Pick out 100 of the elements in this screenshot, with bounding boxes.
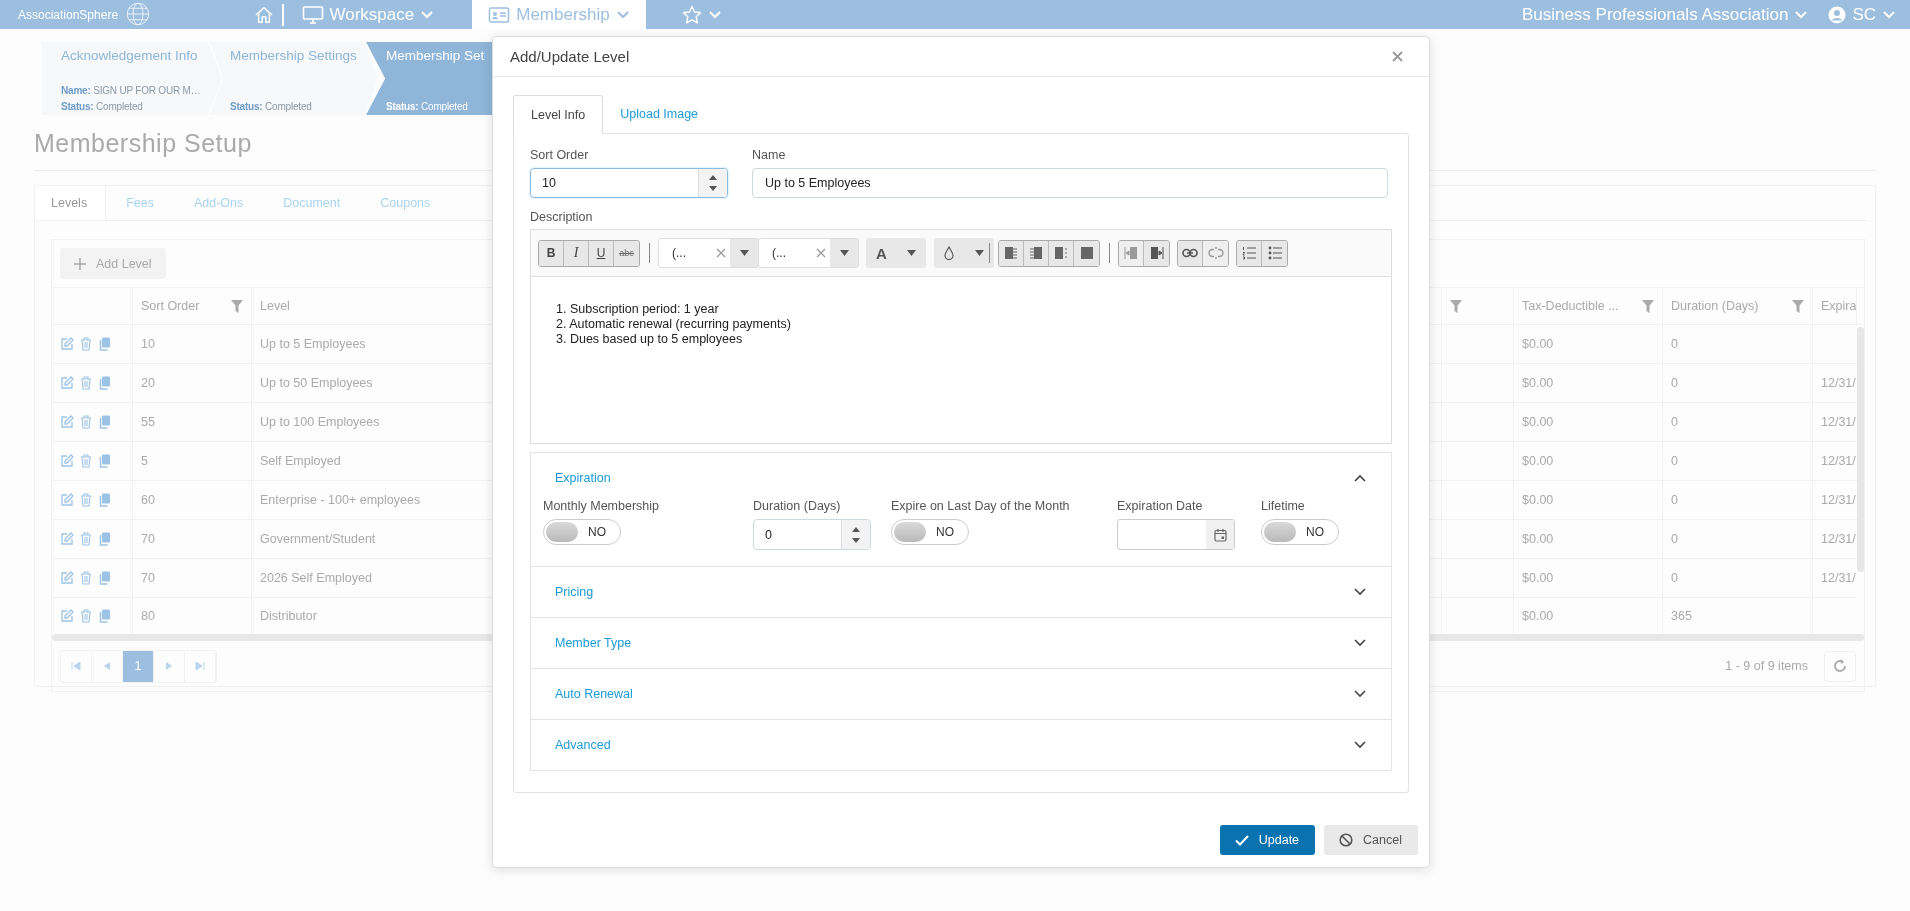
table-cell: Up to 50 Employees (260, 376, 373, 390)
trash-icon[interactable] (80, 609, 92, 623)
align-button[interactable] (1024, 240, 1049, 266)
align-button[interactable] (1074, 240, 1099, 266)
clear-icon[interactable] (716, 248, 726, 258)
column-header[interactable]: Duration (Days) (1663, 288, 1813, 324)
logo[interactable]: AssociationSphere (18, 0, 168, 29)
page-button[interactable]: 1 (123, 650, 154, 682)
copy-icon[interactable] (98, 454, 111, 468)
tab[interactable]: Upload Image (603, 94, 716, 133)
rich-text-editor[interactable]: B I U abc (... (... A 1. Subscription period: 1 year 2. Automatic renewal (recurring payments) 3. Dues based up to 5 employees (530, 229, 1392, 444)
wizard-step[interactable]: Acknowledgement Info Name: SIGN UP FOR OUR M… Status: Completed (42, 42, 222, 115)
field-label: Expire on Last Day of the Month (891, 499, 1070, 513)
wizard-step[interactable]: Membership Settings Status: Completed (210, 42, 378, 115)
section-header[interactable]: Auto Renewal (531, 669, 1391, 719)
bulleted-list-button[interactable] (1262, 240, 1287, 266)
copy-icon[interactable] (98, 415, 111, 429)
trash-icon[interactable] (80, 376, 92, 390)
trash-icon[interactable] (80, 454, 92, 468)
trash-icon[interactable] (80, 493, 92, 507)
filter-icon[interactable] (1642, 299, 1654, 313)
copy-icon[interactable] (98, 532, 111, 546)
edit-icon[interactable] (60, 337, 74, 351)
name-field[interactable]: Up to 5 Employees (752, 168, 1388, 198)
outdent-icon (1124, 246, 1138, 260)
background-color-picker[interactable] (934, 238, 994, 268)
edit-icon[interactable] (60, 532, 74, 546)
numbered-list-button[interactable] (1237, 240, 1262, 266)
description-line: 3. Dues based up to 5 employees (556, 332, 744, 347)
chevron-down-icon (1354, 741, 1366, 749)
font-name-dropdown[interactable]: (... (658, 238, 759, 268)
chevron-down-icon (1354, 588, 1366, 596)
section-header[interactable]: Advanced (531, 720, 1391, 770)
table-cell: $0.00 (1522, 337, 1554, 351)
copy-icon[interactable] (98, 337, 111, 351)
trash-icon[interactable] (80, 337, 92, 351)
format-button[interactable]: abc (614, 240, 639, 266)
link-button[interactable] (1178, 240, 1203, 266)
align-icon (1029, 246, 1043, 260)
text-color-picker[interactable]: A (866, 238, 926, 268)
field-label: Lifetime (1261, 499, 1305, 513)
table-cell: 5 (141, 454, 148, 468)
edit-icon[interactable] (60, 493, 74, 507)
item-count: 1 - 9 of 9 items (1725, 659, 1808, 673)
clear-icon[interactable] (816, 248, 826, 258)
section-header[interactable]: Pricing (531, 567, 1391, 617)
edit-icon[interactable] (60, 376, 74, 390)
add-level-button[interactable]: Add Level (60, 248, 166, 279)
copy-icon[interactable] (98, 376, 111, 390)
column-header[interactable]: Tax-Deductible ... (1514, 288, 1663, 324)
page-title: Membership Setup (34, 129, 252, 158)
filter-icon[interactable] (1792, 299, 1804, 313)
toggle-switch[interactable]: NO (1261, 519, 1339, 545)
format-button[interactable]: I (564, 240, 589, 266)
table-cell: $0.00 (1522, 493, 1554, 507)
align-button[interactable] (999, 240, 1024, 266)
organization-menu[interactable]: Business Professionals Association (1511, 0, 1819, 29)
column-header[interactable]: Expira (1813, 288, 1857, 324)
edit-icon[interactable] (60, 609, 74, 623)
update-button[interactable]: Update (1219, 825, 1316, 855)
section-header[interactable]: Member Type (531, 618, 1391, 668)
refresh-button[interactable] (1824, 650, 1856, 682)
edit-icon[interactable] (60, 454, 74, 468)
tab[interactable]: Levels (35, 186, 107, 220)
trash-icon[interactable] (80, 532, 92, 546)
calendar-icon[interactable] (1213, 527, 1227, 542)
bulleted-list-icon (1267, 246, 1282, 260)
date-field[interactable] (1117, 519, 1235, 550)
edit-icon[interactable] (60, 571, 74, 585)
toggle-switch[interactable]: NO (891, 519, 969, 545)
spinner-arrows-icon[interactable] (709, 173, 717, 193)
number-field[interactable]: 0 (753, 519, 871, 550)
close-button[interactable] (1390, 49, 1404, 64)
nav-menu[interactable]: Membership (472, 0, 646, 29)
user-menu[interactable]: SC (1818, 0, 1906, 29)
align-button[interactable] (1049, 240, 1074, 266)
column-header[interactable]: Sort Order (133, 288, 252, 324)
tab[interactable]: Level Info (513, 95, 604, 134)
edit-icon[interactable] (60, 415, 74, 429)
column-title: Duration (Days) (1671, 299, 1759, 313)
format-button[interactable]: U (589, 240, 614, 266)
format-button[interactable]: B (539, 240, 564, 266)
copy-icon[interactable] (98, 493, 111, 507)
chevron-down-icon (1354, 639, 1366, 647)
indent-button[interactable] (1144, 240, 1169, 266)
nav-menu[interactable]: Workspace (287, 0, 449, 29)
trash-icon[interactable] (80, 571, 92, 585)
logo-text: AssociationSphere (18, 7, 119, 22)
toggle-switch[interactable]: NO (543, 519, 621, 545)
filter-icon[interactable] (231, 299, 243, 313)
copy-icon[interactable] (98, 609, 111, 623)
filter-icon[interactable] (1450, 299, 1462, 313)
table-cell: 10 (141, 337, 155, 351)
sort-order-field[interactable]: 10 (530, 168, 728, 198)
font-size-dropdown[interactable]: (... (758, 238, 859, 268)
copy-icon[interactable] (98, 571, 111, 585)
field-label: Name (752, 148, 787, 162)
cancel-button[interactable]: Cancel (1324, 825, 1418, 855)
trash-icon[interactable] (80, 415, 92, 429)
chevron-down-icon (1354, 690, 1366, 698)
